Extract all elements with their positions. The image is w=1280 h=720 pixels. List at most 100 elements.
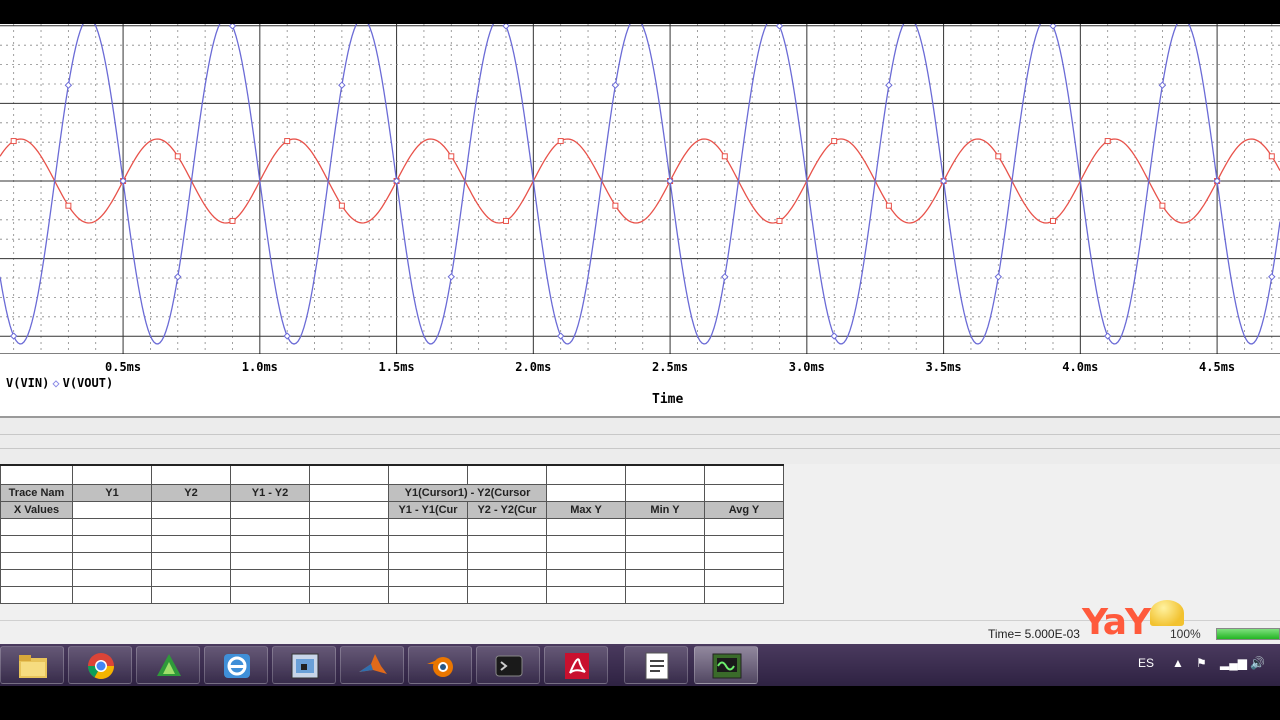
pspice-icon: [712, 653, 742, 679]
cell-y1-cursor[interactable]: Y1 - Y1(Cur: [388, 501, 468, 519]
document-icon: [645, 652, 669, 680]
hardhat-icon: [1150, 600, 1184, 626]
cell-avg-y[interactable]: Avg Y: [704, 501, 784, 519]
network-icon[interactable]: ▂▄▆: [1220, 656, 1247, 670]
series-point: [1159, 202, 1166, 209]
cell-empty[interactable]: [704, 484, 784, 502]
cell-empty[interactable]: [72, 501, 152, 519]
series-point: [1268, 153, 1275, 160]
series-point: [612, 202, 619, 209]
taskbar-tool-app[interactable]: [272, 646, 336, 684]
series-point: [174, 153, 181, 160]
x-tick-label: 0.5ms: [105, 360, 142, 374]
cell-y2-cursor[interactable]: Y2 - Y2(Cur: [467, 501, 547, 519]
series-point: [9, 332, 18, 340]
watermark-text: YaY: [1082, 602, 1151, 643]
simulation-progress-bar: [1216, 628, 1280, 640]
table-row: Trace Nam Y1 Y2 Y1 - Y2 Y1(Cursor1) - Y2…: [0, 484, 784, 502]
series-point: [1049, 24, 1057, 30]
volume-icon[interactable]: 🔊: [1250, 656, 1265, 670]
series-point: [721, 273, 729, 281]
series-point: [611, 81, 620, 89]
series-point: [338, 202, 345, 209]
series-point: [556, 332, 565, 340]
cell-empty[interactable]: [625, 484, 705, 502]
table-row: [0, 518, 784, 536]
cell-trace-name[interactable]: Trace Nam: [0, 484, 73, 502]
series-point: [10, 138, 17, 145]
series-point: [1049, 217, 1056, 224]
series-point: [502, 217, 509, 224]
cell-y1[interactable]: Y1: [72, 484, 152, 502]
tray-arrow-icon[interactable]: ▲: [1172, 656, 1184, 670]
x-tick-label: 1.5ms: [378, 360, 415, 374]
x-tick-label: 3.0ms: [788, 360, 825, 374]
table-row: [0, 535, 784, 553]
taskbar-sketchup[interactable]: [136, 646, 200, 684]
series-point: [557, 138, 564, 145]
legend-vout[interactable]: V(VOUT): [63, 376, 114, 390]
series-point: [448, 153, 455, 160]
series-point: [1104, 138, 1111, 145]
taskbar-blender[interactable]: [408, 646, 472, 684]
taskbar-text-editor[interactable]: [624, 646, 688, 684]
matlab-icon: [359, 654, 387, 674]
cell-cursor-diff[interactable]: Y1(Cursor1) - Y2(Cursor: [388, 484, 547, 502]
table-header-strip: [0, 464, 784, 485]
series-point: [775, 24, 784, 30]
cell-min-y[interactable]: Min Y: [625, 501, 705, 519]
taskbar-terminal[interactable]: [476, 646, 540, 684]
taskbar-matlab[interactable]: [340, 646, 404, 684]
language-indicator[interactable]: ES: [1138, 656, 1154, 670]
taskbar-chrome[interactable]: [68, 646, 132, 684]
taskbar-file-explorer[interactable]: [0, 646, 64, 684]
trace-legend: V(VIN) ◇ V(VOUT): [6, 376, 113, 390]
series-point: [447, 273, 455, 281]
taskbar-acrobat[interactable]: [544, 646, 608, 684]
cell-empty[interactable]: [309, 484, 389, 502]
legend-vin[interactable]: V(VIN): [6, 376, 49, 390]
blender-icon: [427, 657, 453, 677]
series-point: [338, 81, 346, 89]
pane-splitter[interactable]: [0, 416, 1280, 464]
cell-x-values[interactable]: X Values: [0, 501, 73, 519]
series-point: [1158, 81, 1167, 89]
ie-icon: [224, 654, 250, 678]
window-tool-icon: [291, 653, 319, 679]
series-point: [885, 202, 892, 209]
pdf-icon: [565, 653, 589, 679]
table-row: [0, 586, 784, 604]
x-tick-label: 4.0ms: [1062, 360, 1099, 374]
system-tray: ES ▲ ⚑ ▂▄▆ 🔊: [1120, 644, 1280, 686]
series-point: [1103, 332, 1112, 340]
taskbar-internet-explorer[interactable]: [204, 646, 268, 684]
x-tick-label: 3.5ms: [925, 360, 962, 374]
cell-empty[interactable]: [151, 501, 231, 519]
series-point: [64, 81, 73, 89]
windows-taskbar: ES ▲ ⚑ ▂▄▆ 🔊: [0, 644, 1280, 686]
taskbar-pspice[interactable]: [694, 646, 758, 684]
cell-empty[interactable]: [309, 501, 389, 519]
cell-empty[interactable]: [230, 501, 310, 519]
flag-icon[interactable]: ⚑: [1196, 656, 1207, 670]
cell-y2[interactable]: Y2: [151, 484, 231, 502]
series-point: [174, 273, 182, 281]
x-axis-title: Time: [652, 392, 684, 407]
legend-marker-icon: ◇: [52, 376, 60, 390]
x-tick-label: 2.5ms: [652, 360, 689, 374]
probe-cursor-panel: Trace Nam Y1 Y2 Y1 - Y2 Y1(Cursor1) - Y2…: [0, 464, 1280, 620]
series-line-vvout: [0, 24, 1280, 345]
cell-y1-y2[interactable]: Y1 - Y2: [230, 484, 310, 502]
series-point: [776, 217, 783, 224]
series-point: [885, 81, 893, 89]
series-point: [229, 217, 236, 224]
series-point: [1268, 273, 1276, 281]
letterbox-bottom: [0, 686, 1280, 720]
cell-empty[interactable]: [546, 484, 626, 502]
waveform-plot[interactable]: 0.5ms 1.0ms 1.5ms 2.0ms 2.5ms 3.0ms 3.5ms 4.0ms…: [0, 24, 1280, 416]
x-tick-label: 2.0ms: [515, 360, 552, 374]
cell-max-y[interactable]: Max Y: [546, 501, 626, 519]
series-point: [228, 24, 237, 30]
x-tick-label: 1.0ms: [241, 360, 278, 374]
sketchup-icon: [157, 654, 181, 676]
